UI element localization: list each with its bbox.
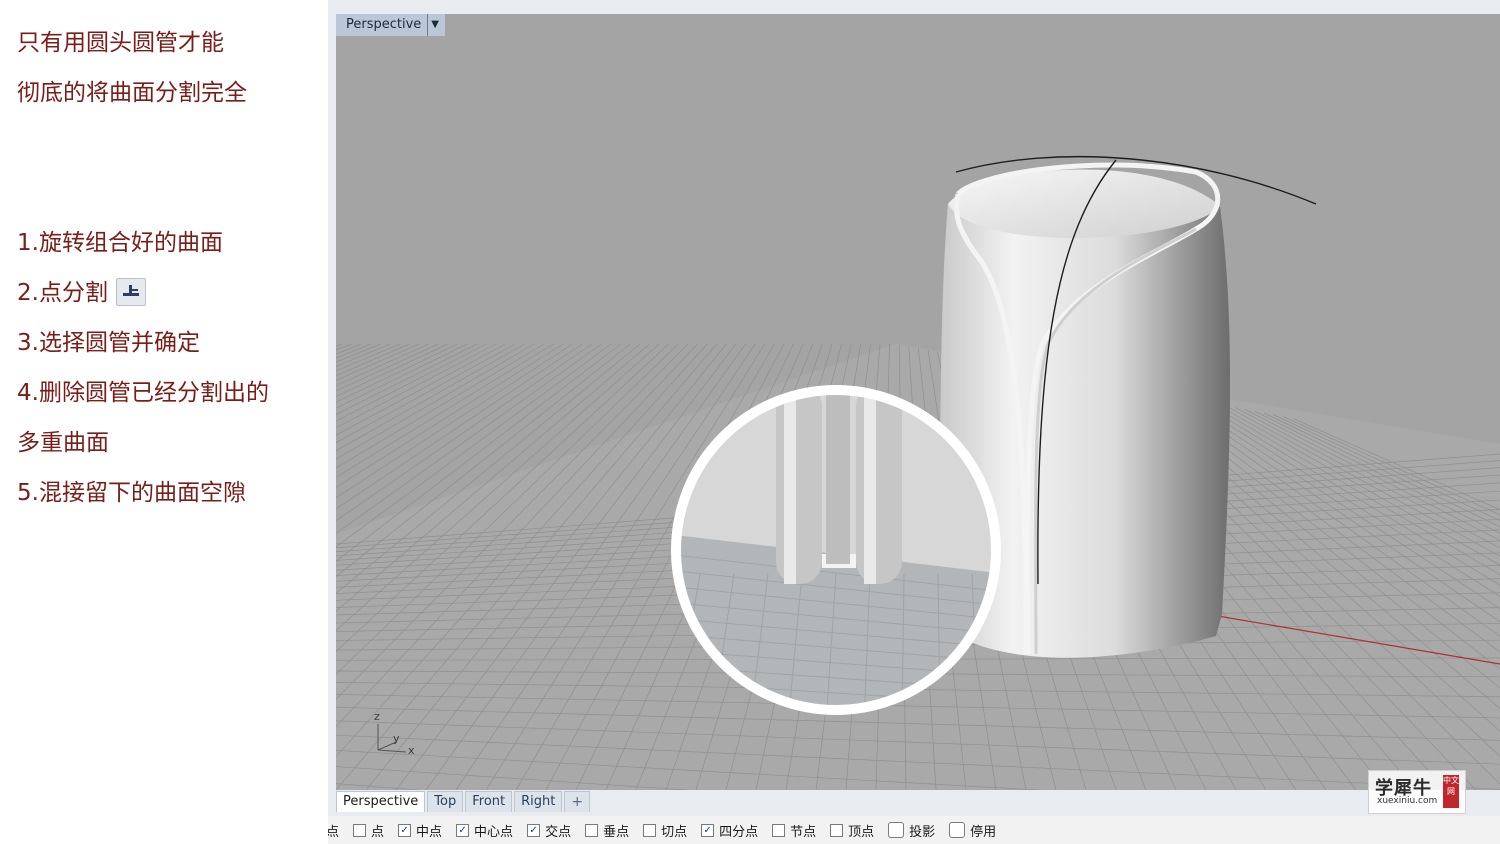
snap-vertex-label: 顶点 (848, 824, 875, 840)
tab-right[interactable]: Right (514, 791, 563, 812)
snap-point[interactable]: 点 (353, 821, 384, 840)
axis-indicator: z y x (366, 710, 426, 760)
snap-project-checkbox[interactable] (888, 822, 905, 838)
snap-vertex-checkbox[interactable] (830, 823, 844, 837)
snap-center-label: 中心点 (474, 824, 514, 840)
split-at-point-icon (115, 277, 146, 306)
dropdown-arrow-icon[interactable]: ▼ (427, 14, 439, 36)
snap-intersection[interactable]: ✓ 交点 (527, 821, 571, 840)
snap-tangent-label: 切点 (661, 824, 688, 840)
step-2-text: 2.点分割 (17, 280, 108, 306)
viewport-scene (336, 155, 1500, 790)
snap-disable-checkbox[interactable] (949, 822, 966, 838)
snap-point-label: 点 (371, 824, 385, 840)
intro-line-1: 只有用圆头圆管才能 (17, 30, 224, 56)
snap-perpendicular-label: 垂点 (603, 824, 630, 840)
step-3: 3.选择圆管并确定 (17, 330, 200, 356)
axis-z-label: z (374, 710, 380, 723)
rhino-window: Perspective ▼ z y x Perspective Top Fron… (328, 0, 1500, 844)
snap-tangent[interactable]: 切点 (643, 821, 687, 840)
snap-disable[interactable]: 停用 (949, 821, 996, 840)
snap-intersection-label: 交点 (545, 824, 572, 840)
snap-perpendicular[interactable]: 垂点 (585, 821, 629, 840)
snap-knot[interactable]: 节点 (772, 821, 816, 840)
tab-top[interactable]: Top (427, 791, 464, 812)
snap-quadrant-label: 四分点 (719, 824, 759, 840)
axis-y-label: y (393, 732, 400, 745)
step-4: 4.删除圆管已经分割出的 (17, 380, 269, 406)
snap-project-label: 投影 (909, 824, 936, 840)
snap-knot-label: 节点 (790, 824, 817, 840)
snap-midpoint[interactable]: ✓ 中点 (398, 821, 442, 840)
osnap-bar: 点 点 ✓ 中点 ✓ 中心点 ✓ 交点 垂点 切点 ✓ 四分点 节点 顶点 投影… (328, 816, 1500, 844)
tab-front[interactable]: Front (465, 791, 513, 812)
snap-project[interactable]: 投影 (888, 821, 935, 840)
snap-intersection-checkbox[interactable]: ✓ (527, 823, 541, 837)
watermark-sub: xuexiniu.com (1377, 796, 1438, 806)
intro-line-2: 彻底的将曲面分割完全 (17, 80, 247, 106)
snap-end[interactable]: 点 (328, 821, 339, 840)
step-2: 2.点分割 (17, 277, 146, 308)
step-5: 5.混接留下的曲面空隙 (17, 480, 246, 506)
snap-center-checkbox[interactable]: ✓ (456, 823, 470, 837)
viewport-title[interactable]: Perspective ▼ (336, 14, 445, 36)
watermark-seal: 中文网 (1443, 775, 1459, 808)
snap-end-label: 点 (328, 824, 340, 840)
snap-quadrant-checkbox[interactable]: ✓ (701, 823, 715, 837)
instruction-panel: 只有用圆头圆管才能 彻底的将曲面分割完全 1.旋转组合好的曲面 2.点分割 3.… (0, 0, 328, 844)
watermark-logo: 学犀牛 xuexiniu.com 中文网 (1368, 770, 1466, 814)
viewport-title-label: Perspective (346, 17, 422, 32)
snap-disable-label: 停用 (970, 824, 997, 840)
viewport-tabs: Perspective Top Front Right + (336, 790, 592, 812)
tab-perspective[interactable]: Perspective (336, 791, 426, 812)
step-4-cont: 多重曲面 (17, 430, 109, 456)
snap-quadrant[interactable]: ✓ 四分点 (701, 821, 758, 840)
add-tab-plus-icon[interactable]: + (564, 791, 591, 812)
snap-vertex[interactable]: 顶点 (830, 821, 874, 840)
snap-perpendicular-checkbox[interactable] (585, 823, 599, 837)
snap-midpoint-label: 中点 (416, 824, 443, 840)
snap-center[interactable]: ✓ 中心点 (456, 821, 513, 840)
snap-tangent-checkbox[interactable] (643, 823, 657, 837)
snap-midpoint-checkbox[interactable]: ✓ (398, 823, 412, 837)
snap-knot-checkbox[interactable] (772, 823, 786, 837)
perspective-viewport[interactable]: Perspective ▼ z y x (336, 14, 1500, 790)
axis-x-label: x (408, 744, 415, 757)
snap-point-checkbox[interactable] (353, 823, 367, 837)
step-1: 1.旋转组合好的曲面 (17, 230, 223, 256)
